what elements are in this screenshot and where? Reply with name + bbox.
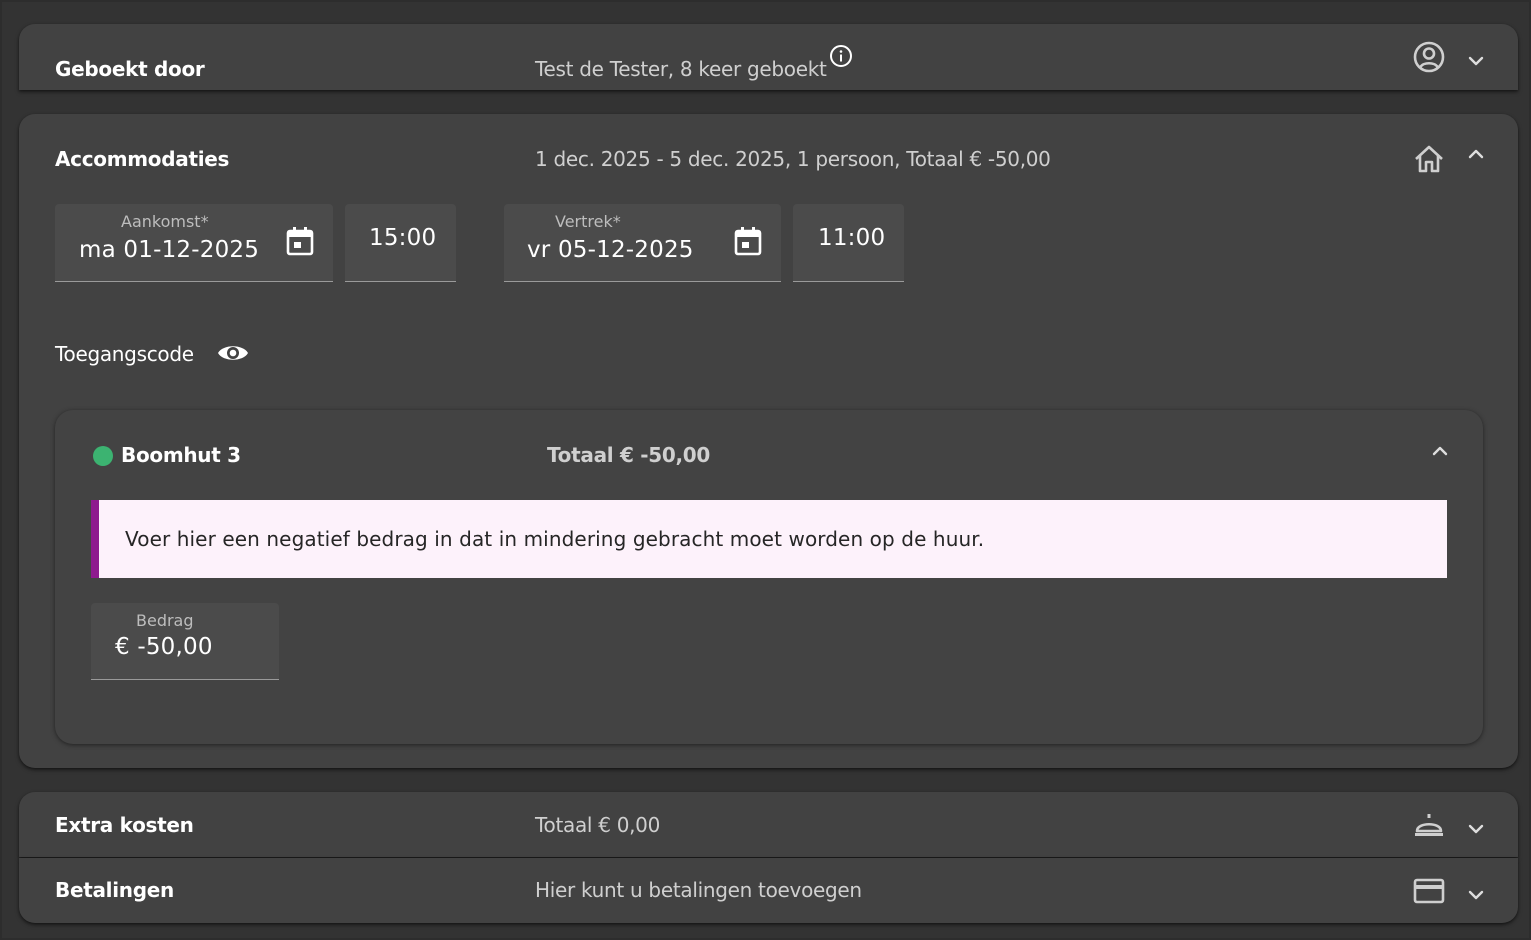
departure-time-value: 11:00 [818,225,886,251]
access-code-label: Toegangscode [55,342,194,366]
account-circle-icon [1412,40,1446,74]
info-icon[interactable] [829,44,853,68]
unit-total: Totaal € -50,00 [547,443,711,467]
notice-banner: Voer hier een negatief bedrag in dat in … [91,500,1447,578]
chevron-up-icon[interactable] [1430,441,1450,461]
unit-name[interactable]: Boomhut 3 [121,443,241,467]
calendar-icon[interactable] [733,225,763,257]
room-service-icon [1412,808,1446,842]
payments-panel[interactable]: Betalingen Hier kunt u betalingen toevoe… [19,858,1518,923]
amount-input[interactable]: € -50,00 [115,634,213,660]
extra-costs-summary: Totaal € 0,00 [535,813,661,837]
payments-summary: Hier kunt u betalingen toevoegen [535,878,862,902]
arrival-time-value: 15:00 [369,225,437,251]
page-frame: Geboekt door Test de Tester, 8 keer gebo… [2,2,1529,938]
arrival-date-value: ma 01-12-2025 [79,237,260,263]
arrival-label: Aankomst* [121,212,209,231]
notice-text: Voer hier een negatief bedrag in dat in … [125,527,985,551]
chevron-up-icon[interactable] [1466,144,1486,164]
accommodations-title[interactable]: Accommodaties [55,147,229,171]
extra-costs-title: Extra kosten [55,813,194,837]
status-dot [93,446,113,466]
departure-label: Vertrek* [555,212,621,231]
departure-time-field[interactable]: 11:00 [793,204,904,282]
extra-costs-panel[interactable]: Extra kosten Totaal € 0,00 [19,792,1518,857]
arrival-time-field[interactable]: 15:00 [345,204,456,282]
accommodations-summary: 1 dec. 2025 - 5 dec. 2025, 1 persoon, To… [535,147,1051,171]
amount-label: Bedrag [136,611,194,630]
amount-field[interactable]: Bedrag € -50,00 [91,603,279,680]
home-icon [1412,142,1446,176]
booked-by-title: Geboekt door [55,57,205,81]
arrival-date-field[interactable]: Aankomst* ma 01-12-2025 [55,204,333,282]
departure-date-value: vr 05-12-2025 [527,237,694,263]
payments-title: Betalingen [55,878,174,902]
departure-date-field[interactable]: Vertrek* vr 05-12-2025 [504,204,781,282]
calendar-icon[interactable] [285,225,315,257]
credit-card-icon [1412,874,1446,908]
unit-card: Boomhut 3 Totaal € -50,00 Voer hier een … [55,410,1483,744]
booked-by-panel[interactable]: Geboekt door Test de Tester, 8 keer gebo… [19,24,1518,90]
eye-icon[interactable] [216,340,250,366]
chevron-down-icon[interactable] [1466,819,1486,839]
chevron-down-icon[interactable] [1466,51,1486,71]
booked-by-summary: Test de Tester, 8 keer geboekt [535,57,827,81]
accommodations-panel: Accommodaties 1 dec. 2025 - 5 dec. 2025,… [19,114,1518,768]
chevron-down-icon[interactable] [1466,885,1486,905]
